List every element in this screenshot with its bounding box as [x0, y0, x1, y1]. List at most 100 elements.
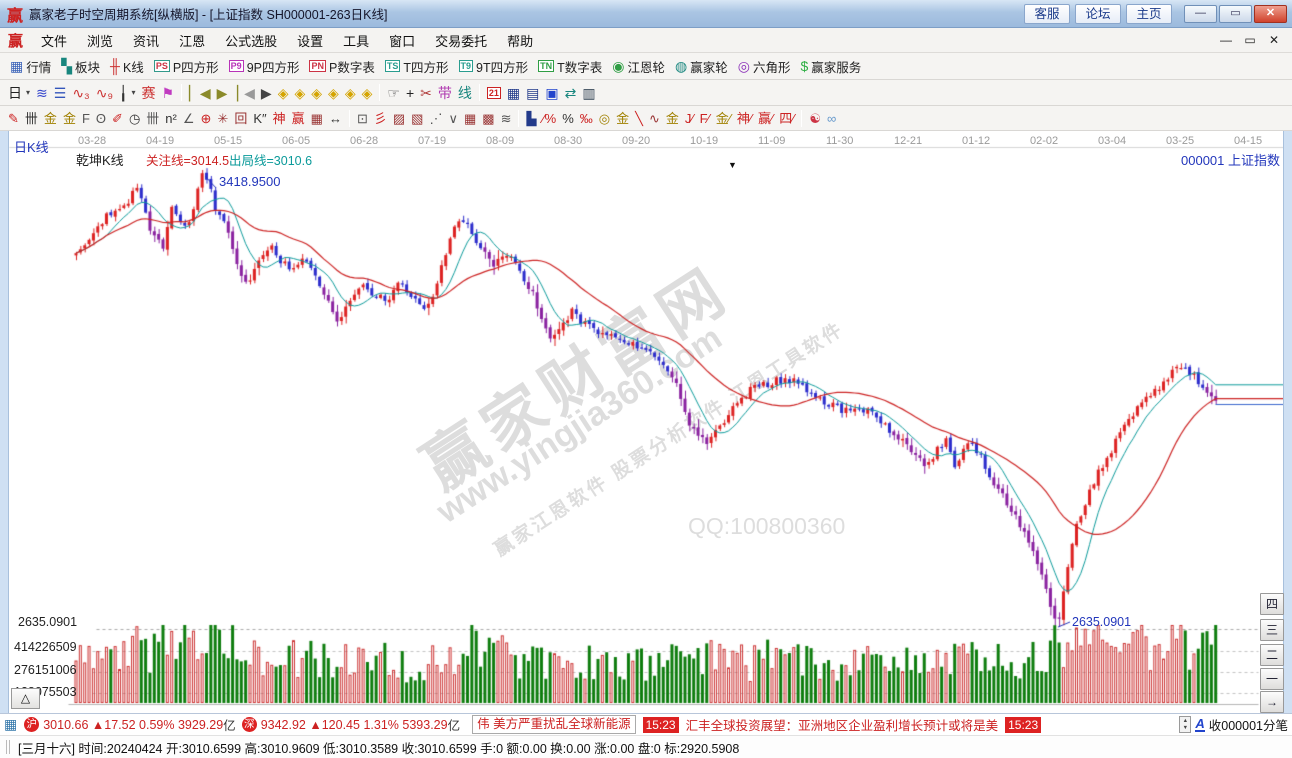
toolbar1-winner-service-button[interactable]: $赢家服务	[795, 56, 866, 77]
toolbar2-curve-tool-button[interactable]: 线	[455, 85, 475, 101]
toolbar3-grid-fine-button[interactable]: ▦	[461, 111, 479, 126]
toolbar3-volume-profile-button[interactable]: ▙	[523, 111, 539, 126]
menu-item-3[interactable]: 江恩	[169, 31, 215, 50]
toolbar3-price-ruler-button[interactable]: 卌	[143, 111, 162, 126]
toolbar2-calendar-button[interactable]: 21	[484, 86, 504, 100]
child-minimize-button[interactable]: —	[1218, 33, 1234, 47]
pane-btn-three[interactable]: 三	[1260, 619, 1284, 641]
toolbar1-p-square-button[interactable]: PSP四方形	[149, 56, 224, 77]
toolbar3-ying-tool-button[interactable]: 赢	[289, 111, 308, 126]
toolbar1-gann-wheel-button[interactable]: ◉江恩轮	[607, 56, 670, 77]
menu-item-0[interactable]: 文件	[31, 31, 77, 50]
toolbar3-square-fan-button[interactable]: ▧	[408, 111, 426, 126]
sz-index-value[interactable]: 9342.92	[261, 718, 306, 732]
toolbar2-wave-9-button[interactable]: ∿₉	[93, 85, 116, 101]
toolbar3-angle-gauge-button[interactable]: ∠	[180, 111, 198, 126]
toolbar3-square-spiral-button[interactable]: 回	[231, 111, 250, 126]
toolbar1-sectors-button[interactable]: ▚板块	[56, 56, 105, 77]
toolbar3-trend-brush-button[interactable]: ╲	[632, 111, 646, 126]
pane-btn-two[interactable]: 二	[1260, 644, 1284, 666]
toolbar3-region-box-button[interactable]: ⊡	[354, 111, 371, 126]
menu-item-7[interactable]: 窗口	[379, 31, 425, 50]
toolbar3-gold-seg-a-button[interactable]: 金	[41, 111, 60, 126]
toolbar2-first-page-button[interactable]: ▏◀	[186, 85, 214, 101]
pane-btn-four[interactable]: 四	[1260, 593, 1284, 615]
toolbar2-diamond-expand-button[interactable]: ◈	[359, 85, 376, 101]
toolbar1-quotes-button[interactable]: ▦行情	[5, 56, 56, 77]
menu-item-5[interactable]: 设置	[287, 31, 333, 50]
toolbar2-competition-button[interactable]: 赛	[138, 85, 158, 101]
toolbar3-percent-lines-button[interactable]: ∕%	[539, 111, 559, 126]
toolbar3-check-wave-button[interactable]: ∨	[445, 111, 461, 126]
toolbar2-diamond-hshrink-button[interactable]: ◈	[325, 85, 342, 101]
toolbar3-golden-levels-button[interactable]: 金	[613, 111, 632, 126]
toolbar3-gold-seg-b-button[interactable]: 金	[60, 111, 79, 126]
toolbar3-k-segments-button[interactable]: K″	[250, 111, 269, 126]
news-headline-1[interactable]: 伟 美方严重扰乱全球新能源	[472, 715, 635, 734]
quote-grid-icon[interactable]: ▦	[4, 716, 17, 733]
toolbar3-fibo-f-button[interactable]: F	[79, 111, 93, 126]
toolbar1-9t-square-button[interactable]: T99T四方形	[454, 56, 534, 77]
toolbar3-wave-box-button[interactable]: ∿	[646, 111, 663, 126]
toolbar2-prev-page-button[interactable]: ◀	[241, 85, 258, 101]
homepage-button[interactable]: 主页	[1126, 4, 1172, 24]
child-restore-button[interactable]: ▭	[1242, 33, 1258, 47]
toolbar3-parallel-lines-button[interactable]: ≋	[498, 111, 515, 126]
volume-zoom-button[interactable]: △	[11, 688, 40, 709]
menu-item-4[interactable]: 公式选股	[215, 31, 287, 50]
toolbar3-ray-lines-button[interactable]: ⋰	[426, 111, 445, 126]
toolbar3-golden-base-button[interactable]: 金	[663, 111, 682, 126]
toolbar2-crosshair-button[interactable]: +	[403, 85, 417, 101]
toolbar3-draw-pen-button[interactable]: ✎	[5, 111, 22, 126]
tick-chart-label[interactable]: 收000001分笔	[1209, 715, 1288, 734]
toolbar2-calculator-button[interactable]: ▦	[504, 85, 523, 101]
tick-chart-icon[interactable]: A	[1195, 717, 1204, 732]
restore-button[interactable]: ▭	[1219, 5, 1252, 23]
menu-item-1[interactable]: 浏览	[77, 31, 123, 50]
toolbar1-t-square-button[interactable]: TST四方形	[380, 56, 454, 77]
toolbar3-f-line-button[interactable]: F∕	[697, 111, 713, 126]
toolbar1-hexagon-button[interactable]: ◎六角形	[733, 56, 796, 77]
toolbar1-p-number-button[interactable]: PNP数字表	[304, 56, 379, 77]
toolbar3-time-circle-button[interactable]: ◷	[126, 111, 143, 126]
toolbar2-printer-button[interactable]: ▥	[579, 85, 598, 101]
news-scroll-spinner[interactable]: ▲ ▼	[1179, 716, 1191, 733]
pane-btn-next[interactable]: →	[1260, 691, 1284, 713]
forum-button[interactable]: 论坛	[1075, 4, 1121, 24]
customer-service-button[interactable]: 客服	[1024, 4, 1070, 24]
toolbar2-kline-period-btn-button[interactable]: 日▾	[5, 85, 33, 101]
toolbar1-t-number-button[interactable]: TNT数字表	[533, 56, 607, 77]
toolbar2-data-transfer-button[interactable]: ⇄	[562, 85, 580, 101]
toolbar1-9p-square-button[interactable]: P99P四方形	[224, 56, 305, 77]
menu-item-2[interactable]: 资讯	[123, 31, 169, 50]
toolbar2-rank-flags-button[interactable]: ⚑	[158, 85, 177, 101]
toolbar3-spiral-button[interactable]: ʘ	[93, 111, 109, 126]
toolbar2-diamond-left-button[interactable]: ◈	[275, 85, 292, 101]
toolbar1-winner-wheel-button[interactable]: ◍赢家轮	[670, 56, 733, 77]
toolbar3-mark-pen-button[interactable]: ✐	[109, 111, 126, 126]
toolbar2-last-page-button[interactable]: ▶▕	[214, 85, 242, 101]
toolbar3-taiji-button[interactable]: ☯	[806, 111, 824, 126]
toolbar3-j-line-button[interactable]: J∕	[682, 111, 697, 126]
toolbar2-single-kline-btn-button[interactable]: ╽▾	[116, 85, 138, 101]
toolbar3-golden-circle-button[interactable]: ◎	[596, 111, 613, 126]
toolbar3-star-spiral-button[interactable]: ✳	[214, 111, 231, 126]
toolbar3-fan-square-button[interactable]: ▨	[390, 111, 408, 126]
child-close-button[interactable]: ✕	[1266, 33, 1282, 47]
toolbar3-grid-dense-button[interactable]: ▩	[479, 111, 497, 126]
spinner-down-icon[interactable]: ▼	[1183, 725, 1188, 732]
menu-item-9[interactable]: 帮助	[497, 31, 543, 50]
toolbar2-f10-document-button[interactable]: ☰	[51, 85, 70, 101]
news-headline-2[interactable]: 汇丰全球投资展望：亚洲地区企业盈利增长预计或将是美	[686, 715, 999, 734]
toolbar2-diamond-hexpand-button[interactable]: ◈	[308, 85, 325, 101]
toolbar3-infinity-button[interactable]: ∞	[824, 111, 839, 126]
toolbar3-gann-target-button[interactable]: ⊕	[198, 111, 215, 126]
toolbar2-notepad-button[interactable]: ▤	[523, 85, 542, 101]
toolbar2-ribbon-tool-button[interactable]: 带	[435, 85, 455, 101]
menu-item-6[interactable]: 工具	[333, 31, 379, 50]
toolbar2-next-page-button[interactable]: ▶	[258, 85, 275, 101]
spinner-up-icon[interactable]: ▲	[1183, 718, 1188, 725]
toolbar3-percent-button[interactable]: %	[559, 111, 577, 126]
toolbar3-gold-line-button[interactable]: 金∕	[713, 111, 734, 126]
toolbar2-angle-tool-button[interactable]: ✂	[417, 85, 435, 101]
